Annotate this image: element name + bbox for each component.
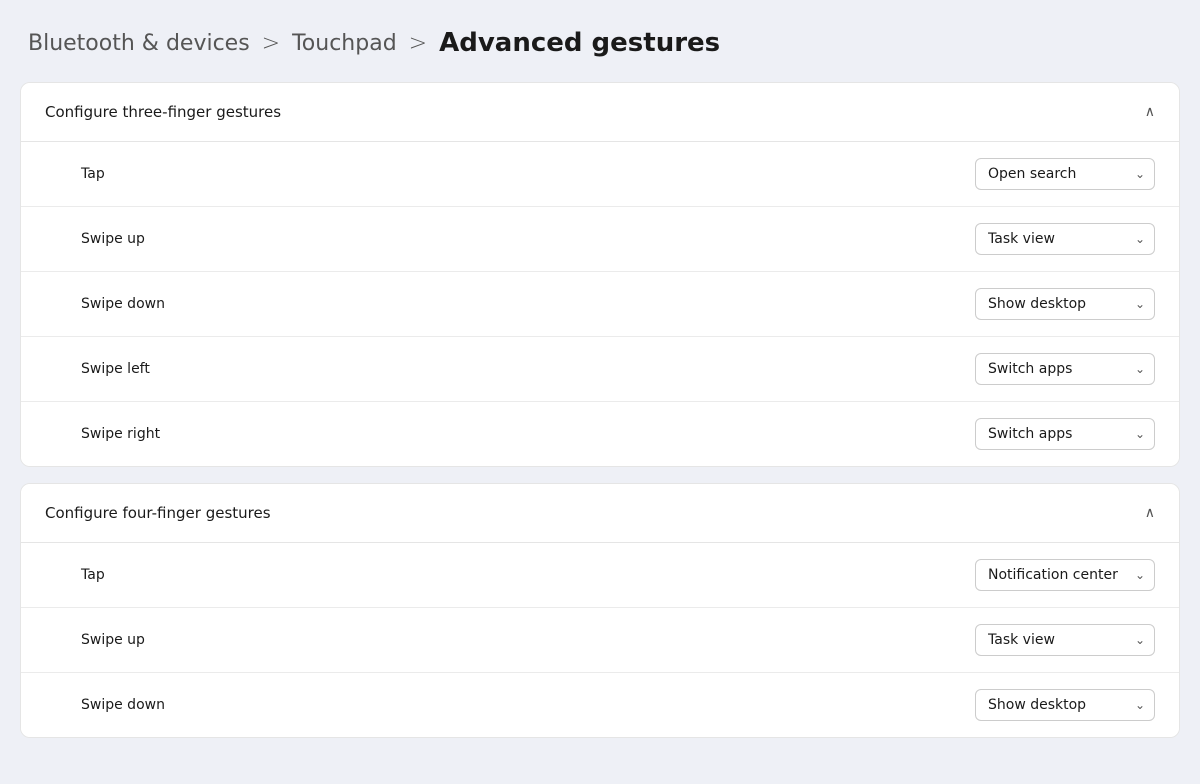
- four-finger-rows: Tap NothingOpen searchTask viewShow deskt…: [21, 543, 1179, 737]
- four-finger-section: Configure four-finger gestures ∧ Tap Noth…: [20, 483, 1180, 738]
- gesture-select-wrapper[interactable]: NothingOpen searchTask viewShow desktopS…: [975, 689, 1155, 721]
- gesture-select-wrapper[interactable]: NothingOpen searchTask viewShow desktopS…: [975, 559, 1155, 591]
- breadcrumb-separator-2: >: [409, 31, 427, 56]
- list-item: Swipe left NothingOpen searchTask viewSho…: [21, 337, 1179, 402]
- gesture-dropdown[interactable]: NothingOpen searchTask viewShow desktopS…: [975, 418, 1155, 450]
- gesture-label: Swipe left: [81, 361, 150, 377]
- gesture-dropdown[interactable]: NothingOpen searchTask viewShow desktopS…: [975, 624, 1155, 656]
- gesture-select-wrapper[interactable]: NothingOpen searchTask viewShow desktopS…: [975, 158, 1155, 190]
- gesture-dropdown[interactable]: NothingOpen searchTask viewShow desktopS…: [975, 689, 1155, 721]
- three-finger-chevron-icon: ∧: [1145, 104, 1155, 120]
- main-content: Configure three-finger gestures ∧ Tap Not…: [0, 82, 1200, 774]
- three-finger-section: Configure three-finger gestures ∧ Tap Not…: [20, 82, 1180, 467]
- three-finger-section-header[interactable]: Configure three-finger gestures ∧: [21, 83, 1179, 142]
- list-item: Swipe up NothingOpen searchTask viewShow …: [21, 608, 1179, 673]
- list-item: Swipe up NothingOpen searchTask viewShow …: [21, 207, 1179, 272]
- gesture-label: Swipe down: [81, 697, 165, 713]
- list-item: Swipe down NothingOpen searchTask viewSho…: [21, 272, 1179, 337]
- gesture-label: Swipe up: [81, 632, 145, 648]
- gesture-select-wrapper[interactable]: NothingOpen searchTask viewShow desktopS…: [975, 418, 1155, 450]
- list-item: Swipe right NothingOpen searchTask viewSh…: [21, 402, 1179, 466]
- breadcrumb-separator-1: >: [262, 31, 280, 56]
- three-finger-rows: Tap NothingOpen searchTask viewShow deskt…: [21, 142, 1179, 466]
- page-header: Bluetooth & devices > Touchpad > Advance…: [0, 0, 1200, 82]
- breadcrumb-touchpad[interactable]: Touchpad: [292, 31, 397, 56]
- gesture-label: Swipe right: [81, 426, 160, 442]
- four-finger-chevron-icon: ∧: [1145, 505, 1155, 521]
- gesture-select-wrapper[interactable]: NothingOpen searchTask viewShow desktopS…: [975, 288, 1155, 320]
- gesture-dropdown[interactable]: NothingOpen searchTask viewShow desktopS…: [975, 223, 1155, 255]
- gesture-dropdown[interactable]: NothingOpen searchTask viewShow desktopS…: [975, 158, 1155, 190]
- gesture-label: Tap: [81, 567, 105, 583]
- list-item: Swipe down NothingOpen searchTask viewSho…: [21, 673, 1179, 737]
- list-item: Tap NothingOpen searchTask viewShow deskt…: [21, 543, 1179, 608]
- four-finger-section-header[interactable]: Configure four-finger gestures ∧: [21, 484, 1179, 543]
- breadcrumb-bluetooth[interactable]: Bluetooth & devices: [28, 31, 250, 56]
- gesture-label: Swipe down: [81, 296, 165, 312]
- gesture-select-wrapper[interactable]: NothingOpen searchTask viewShow desktopS…: [975, 353, 1155, 385]
- gesture-dropdown[interactable]: NothingOpen searchTask viewShow desktopS…: [975, 288, 1155, 320]
- three-finger-section-title: Configure three-finger gestures: [45, 103, 281, 121]
- list-item: Tap NothingOpen searchTask viewShow deskt…: [21, 142, 1179, 207]
- gesture-select-wrapper[interactable]: NothingOpen searchTask viewShow desktopS…: [975, 223, 1155, 255]
- gesture-label: Tap: [81, 166, 105, 182]
- gesture-dropdown[interactable]: NothingOpen searchTask viewShow desktopS…: [975, 559, 1155, 591]
- page-title: Advanced gestures: [439, 28, 720, 58]
- four-finger-section-title: Configure four-finger gestures: [45, 504, 271, 522]
- gesture-label: Swipe up: [81, 231, 145, 247]
- gesture-select-wrapper[interactable]: NothingOpen searchTask viewShow desktopS…: [975, 624, 1155, 656]
- gesture-dropdown[interactable]: NothingOpen searchTask viewShow desktopS…: [975, 353, 1155, 385]
